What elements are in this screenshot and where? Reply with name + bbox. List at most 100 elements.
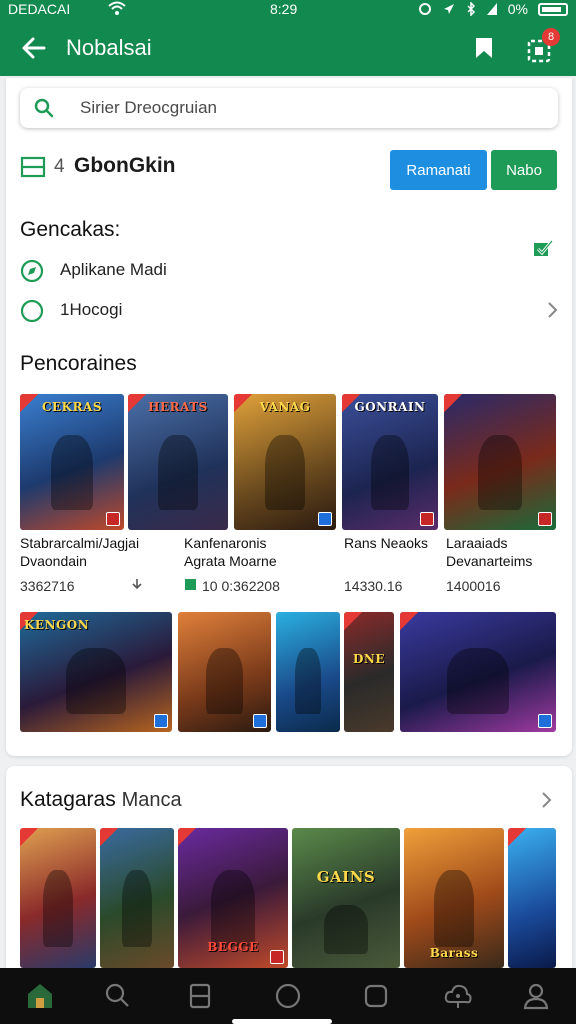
categories-heading[interactable]: Katagaras Manca bbox=[20, 788, 182, 812]
home-indicator[interactable] bbox=[232, 1019, 332, 1024]
category-art-title: BEGGE bbox=[207, 940, 259, 954]
search-input[interactable] bbox=[80, 94, 540, 122]
game-thumbnail[interactable] bbox=[276, 612, 340, 732]
rating-tag-icon bbox=[106, 512, 120, 526]
nav-library-icon[interactable] bbox=[184, 980, 216, 1012]
game-downloads: 3362716 bbox=[20, 578, 75, 594]
carrier-label: DEDACAI bbox=[8, 1, 71, 17]
character-figure bbox=[477, 434, 523, 510]
rating-tag-icon bbox=[270, 950, 284, 964]
settings-option-apps[interactable]: Aplikane Madi bbox=[20, 256, 560, 286]
bluetooth-icon bbox=[467, 2, 475, 16]
settings-heading: Gencakas: bbox=[20, 218, 121, 241]
game-downloads: 1400016 bbox=[446, 578, 501, 594]
signal-icon bbox=[486, 3, 497, 15]
nav-circle-icon[interactable] bbox=[272, 980, 304, 1012]
ribbon-badge bbox=[508, 828, 526, 846]
chevron-right-icon[interactable] bbox=[538, 790, 554, 810]
game-art-title: VANAG bbox=[259, 400, 311, 414]
ribbon-badge bbox=[20, 828, 38, 846]
rating-tag-icon bbox=[154, 714, 168, 728]
edit-check-icon[interactable] bbox=[532, 238, 554, 258]
categories-subtitle: Manca bbox=[121, 789, 182, 811]
game-thumbnail[interactable]: HERATS bbox=[128, 394, 228, 530]
game-art-title: DNE bbox=[352, 652, 386, 666]
nav-search-icon[interactable] bbox=[102, 980, 134, 1012]
character-figure bbox=[122, 870, 152, 947]
game-thumbnail[interactable] bbox=[178, 612, 271, 732]
game-name[interactable]: Rans Neaoks bbox=[344, 534, 434, 552]
notifications-button[interactable]: 8 bbox=[526, 28, 560, 64]
character-figure bbox=[295, 648, 321, 714]
character-figure bbox=[158, 434, 198, 510]
character-figure bbox=[42, 870, 74, 947]
game-art-title: GONRAIN bbox=[354, 400, 426, 414]
nav-cloud-icon[interactable] bbox=[442, 980, 474, 1012]
category-thumbnail[interactable]: BEGGE bbox=[178, 828, 288, 968]
download-icon bbox=[130, 578, 144, 595]
secondary-action-button[interactable]: Nabo bbox=[491, 150, 557, 190]
bottom-navigation bbox=[0, 968, 576, 1024]
main-card: 4 GbonGkin Ramanati Nabo Gencakas: Aplik… bbox=[6, 78, 572, 756]
game-downloads: 10 0:362208 bbox=[202, 578, 280, 594]
featured-heading: Pencoraines bbox=[20, 352, 137, 375]
character-figure bbox=[324, 905, 368, 954]
category-art-title: GAINS bbox=[316, 868, 376, 886]
game-thumbnail[interactable]: GONRAIN bbox=[342, 394, 438, 530]
character-figure bbox=[370, 434, 410, 510]
character-figure bbox=[211, 870, 255, 947]
nav-profile-icon[interactable] bbox=[520, 980, 552, 1012]
game-name[interactable]: Stabrarcalmi/Jagjai Dvaondain bbox=[20, 534, 139, 570]
category-art-title: Barass bbox=[429, 946, 479, 960]
primary-action-button[interactable]: Ramanati bbox=[390, 150, 487, 190]
game-art-title: HERATS bbox=[148, 400, 208, 414]
layout-grid-icon bbox=[20, 156, 48, 178]
rating-tag-icon bbox=[538, 714, 552, 728]
search-icon bbox=[34, 98, 54, 118]
character-figure bbox=[434, 870, 474, 947]
clock: 8:29 bbox=[270, 1, 298, 17]
category-thumbnail[interactable] bbox=[508, 828, 556, 968]
rating-tag-icon bbox=[318, 512, 332, 526]
ribbon-badge bbox=[100, 828, 118, 846]
game-thumbnail[interactable] bbox=[400, 612, 556, 732]
rating-tag-icon bbox=[253, 714, 267, 728]
character-figure bbox=[446, 648, 510, 714]
rating-tag-icon bbox=[420, 512, 434, 526]
game-art-title: KENGON bbox=[24, 618, 90, 632]
ribbon-badge bbox=[400, 612, 418, 630]
game-thumbnail[interactable]: VANAG bbox=[234, 394, 336, 530]
game-thumbnail[interactable] bbox=[444, 394, 556, 530]
nav-square-icon[interactable] bbox=[360, 980, 392, 1012]
nav-home-icon[interactable] bbox=[24, 980, 56, 1012]
ribbon-badge bbox=[178, 828, 196, 846]
category-thumbnail[interactable] bbox=[100, 828, 174, 968]
settings-option-hocogi[interactable]: 1Hocogi bbox=[20, 296, 560, 326]
ribbon-badge bbox=[344, 612, 362, 630]
notification-badge: 8 bbox=[542, 28, 560, 46]
categories-card: Katagaras Manca BEGGE GAINS Barass bbox=[6, 766, 572, 976]
game-art-title: CEKRAS bbox=[41, 400, 103, 414]
game-name[interactable]: Laraaiads Devanarteims bbox=[446, 534, 560, 570]
battery-percent: 0% bbox=[507, 1, 528, 17]
game-thumbnail[interactable]: CEKRAS bbox=[20, 394, 124, 530]
location-icon bbox=[443, 4, 454, 14]
game-thumbnail[interactable]: KENGON bbox=[20, 612, 172, 732]
character-figure bbox=[264, 434, 306, 510]
price-tag-icon bbox=[184, 578, 197, 594]
category-thumbnail[interactable] bbox=[20, 828, 96, 968]
game-downloads: 14330.16 bbox=[344, 578, 403, 594]
app-bar: Nobalsai 8 bbox=[0, 20, 576, 76]
bookmark-icon[interactable] bbox=[472, 36, 496, 60]
game-name[interactable]: Kanfenaronis Agrata Moarne bbox=[184, 534, 304, 570]
character-figure bbox=[51, 434, 93, 510]
back-arrow-icon[interactable] bbox=[20, 34, 48, 62]
compass-icon bbox=[20, 259, 44, 283]
category-thumbnail[interactable]: Barass bbox=[404, 828, 504, 968]
character-figure bbox=[205, 648, 244, 714]
categories-title: Katagaras bbox=[20, 788, 116, 811]
category-thumbnail[interactable]: GAINS bbox=[292, 828, 400, 968]
page-title: Nobalsai bbox=[66, 35, 152, 60]
game-thumbnail[interactable]: DNE bbox=[344, 612, 394, 732]
search-bar[interactable] bbox=[20, 88, 558, 128]
